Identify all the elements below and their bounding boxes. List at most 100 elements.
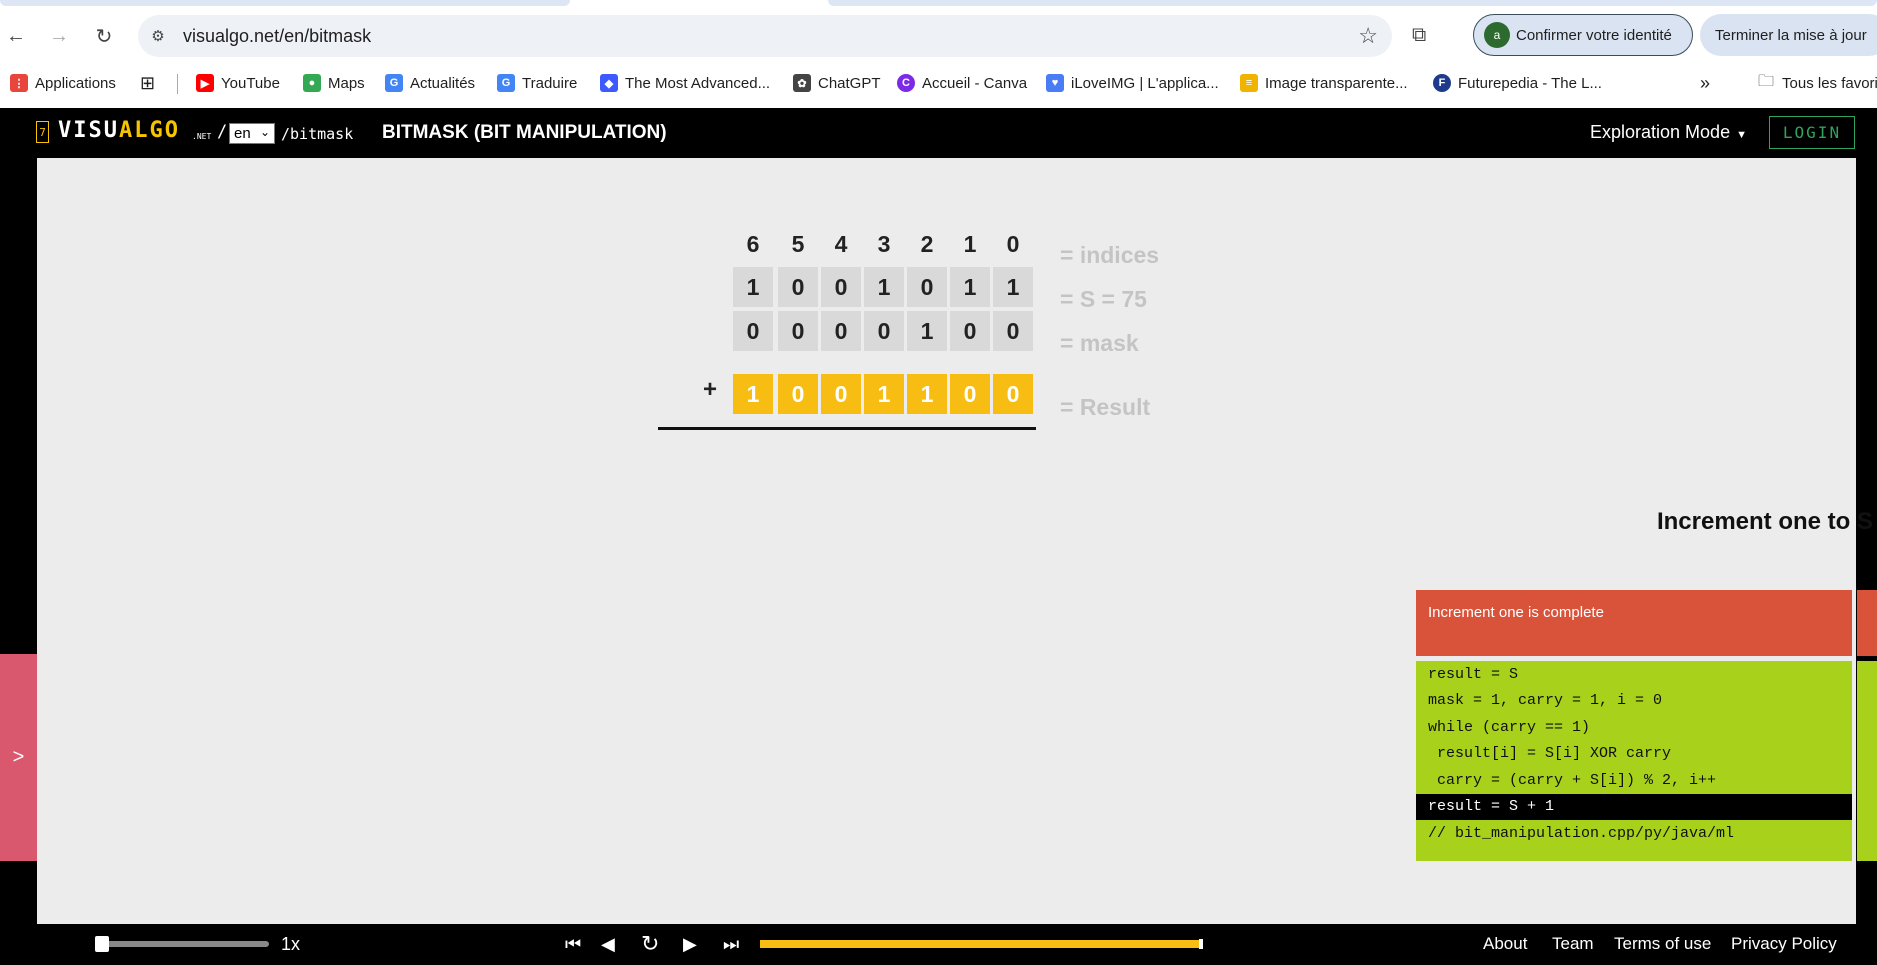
index-cell: 0 [1006, 230, 1020, 257]
code-line: mask = 1, carry = 1, i = 0 [1428, 692, 1663, 710]
sum-line [658, 427, 1036, 430]
bottom-bar: 1x ⏮ ◀︎ ↻ ▶︎ ⏭ About Team Terms of use P… [0, 924, 1877, 965]
forward-button[interactable]: → [45, 22, 73, 50]
bookmark-chatgpt[interactable]: ✿ ChatGPT [793, 71, 881, 95]
login-button[interactable]: LOGIN [1769, 116, 1855, 149]
code-line: result = S + 1 [1416, 793, 1852, 820]
privacy-link[interactable]: Privacy Policy [1731, 934, 1837, 954]
logo-text-left: VISU [58, 118, 119, 143]
progress-thumb[interactable] [1199, 939, 1203, 949]
visualgo-logo[interactable]: VISUALGO [58, 118, 180, 143]
bookmark-youtube[interactable]: ▶ YouTube [196, 71, 280, 95]
url-text[interactable]: visualgo.net/en/bitmask [183, 26, 371, 47]
s-bit-cell: 0 [821, 267, 861, 307]
folder-icon: 🗀 [1758, 72, 1775, 90]
bookmark-most-advanced[interactable]: ◆ The Most Advanced... [600, 71, 770, 95]
bookmark-star-icon[interactable]: ☆ [1358, 23, 1378, 49]
bookmark-label: Futurepedia - The L... [1458, 74, 1602, 92]
index-cell: 6 [746, 230, 760, 257]
bookmark-image-transparente[interactable]: ≡ Image transparente... [1240, 71, 1408, 95]
code-panel-toggle[interactable] [1857, 661, 1877, 861]
extensions-icon[interactable]: ⧉ [1412, 24, 1426, 47]
step-forward-button[interactable]: ▶︎ [683, 934, 697, 955]
address-bar[interactable]: ⚙ visualgo.net/en/bitmask ☆ [138, 15, 1392, 57]
browser-chrome: ← → ↻ ⚙ visualgo.net/en/bitmask ☆ ⧉ a Co… [0, 0, 1877, 108]
status-title: Increment one to S [1656, 508, 1873, 535]
back-button[interactable]: ← [2, 22, 30, 50]
page-title: BITMASK (BIT MANIPULATION) [382, 122, 667, 143]
s-bit-cell: 0 [907, 267, 947, 307]
all-bookmarks-label: Tous les favoris [1782, 74, 1877, 92]
result-bit-cell: 0 [778, 374, 818, 414]
bookmark-canva[interactable]: C Accueil - Canva [897, 71, 1027, 95]
logo-icon[interactable]: 7 [36, 121, 49, 143]
bookmarks-overflow-button[interactable]: » [1700, 71, 1710, 95]
index-cell: 2 [920, 230, 934, 257]
layers-icon: ≡ [1240, 74, 1258, 92]
translate-icon: G [497, 74, 515, 92]
all-bookmarks-folder[interactable]: 🗀 Tous les favoris [1758, 71, 1877, 95]
bookmark-futurepedia[interactable]: F Futurepedia - The L... [1433, 71, 1602, 95]
speed-slider[interactable] [97, 941, 269, 947]
bookmark-label: YouTube [221, 74, 280, 92]
bookmark-iloveimg[interactable]: ♥ iLoveIMG | L'applica... [1046, 71, 1219, 95]
index-cell: 5 [791, 230, 805, 257]
code-line: carry = (carry + S[i]) % 2, i++ [1428, 771, 1717, 789]
news-icon: G [385, 74, 403, 92]
apps-grid-icon: ⋮ [10, 74, 28, 92]
confirm-identity-label: Confirmer votre identité [1516, 26, 1672, 44]
chevron-double-right-icon: » [1700, 72, 1711, 93]
language-select[interactable]: en ⌄ [229, 123, 275, 144]
terms-link[interactable]: Terms of use [1614, 934, 1711, 954]
progress-bar[interactable] [760, 939, 1203, 949]
chevron-down-icon: ⌄ [259, 125, 270, 139]
speed-label: 1x [281, 934, 301, 954]
tab-background[interactable] [0, 0, 570, 6]
bookmark-actualites[interactable]: G Actualités [385, 71, 475, 95]
s-bit-cell: 1 [733, 267, 773, 307]
mask-label: = mask [1060, 330, 1139, 356]
bookmark-separator [177, 74, 178, 94]
go-to-end-button[interactable]: ⏭ [723, 934, 739, 955]
mode-label: Exploration Mode [1590, 122, 1731, 142]
bookmark-maps[interactable]: ● Maps [303, 71, 365, 95]
left-drawer-toggle[interactable]: > [0, 654, 37, 861]
mask-bit-cell: 1 [907, 311, 947, 351]
team-link[interactable]: Team [1552, 934, 1594, 954]
logo-slash: / [217, 122, 228, 142]
bookmark-label: Image transparente... [1265, 74, 1408, 92]
result-bit-cell: 1 [907, 374, 947, 414]
index-cell: 3 [877, 230, 891, 257]
browser-toolbar: ← → ↻ ⚙ visualgo.net/en/bitmask ☆ ⧉ a Co… [0, 12, 1877, 60]
bookmark-traduire[interactable]: G Traduire [497, 71, 577, 95]
step-forward-icon: ▶︎ [683, 934, 697, 954]
code-line: result = S [1428, 665, 1519, 683]
reload-button[interactable]: ↻ [90, 22, 118, 50]
indices-label: = indices [1060, 242, 1160, 268]
language-value: en [234, 125, 251, 142]
bookmark-label: The Most Advanced... [625, 74, 771, 92]
about-link[interactable]: About [1483, 934, 1527, 954]
speed-slider-thumb[interactable] [95, 936, 109, 952]
bookmark-grid[interactable]: ⊞ [140, 71, 155, 95]
mask-bit-cell: 0 [821, 311, 861, 351]
code-line: // bit_manipulation.cpp/py/java/ml [1428, 824, 1735, 842]
replay-button[interactable]: ↻ [641, 931, 659, 957]
finish-update-button[interactable]: Terminer la mise à jour [1700, 14, 1877, 56]
confirm-identity-button[interactable]: a Confirmer votre identité [1473, 14, 1693, 56]
step-back-icon: ◀︎ [601, 934, 615, 954]
code-line: result[i] = S[i] XOR carry [1428, 745, 1672, 763]
status-message-box: Increment one is complete [1416, 590, 1852, 656]
step-back-button[interactable]: ◀︎ [601, 934, 615, 955]
mask-bit-cell: 0 [778, 311, 818, 351]
bookmark-applications[interactable]: ⋮ Applications [10, 71, 116, 95]
reload-icon: ↻ [95, 25, 113, 48]
status-panel-toggle[interactable] [1857, 590, 1877, 656]
tab-background[interactable] [828, 0, 1877, 6]
route-label: /bitmask [281, 125, 354, 143]
s-bit-cell: 1 [993, 267, 1033, 307]
go-to-start-button[interactable]: ⏮ [565, 934, 581, 955]
mode-dropdown[interactable]: Exploration Mode ▼ [1590, 122, 1747, 143]
progress-fill [760, 940, 1199, 948]
site-settings-icon[interactable]: ⚙ [146, 24, 170, 48]
